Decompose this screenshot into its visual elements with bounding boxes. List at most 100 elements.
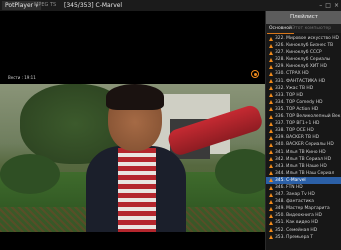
playlist-item[interactable]: 330. СТРАХ HD bbox=[266, 70, 341, 77]
playlist-item-label: 343. Илья ТВ Наше HD bbox=[275, 163, 327, 169]
playlist-item[interactable]: 332. Ужас ТВ HD bbox=[266, 85, 341, 92]
video-frame bbox=[0, 84, 265, 232]
playlist-item-label: 346. FTN HD bbox=[275, 184, 303, 190]
vlc-cone-icon bbox=[269, 164, 273, 169]
playlist-list[interactable]: 322. Мировое искусство HD 326. Киноклуб Б… bbox=[266, 35, 341, 250]
vlc-cone-icon bbox=[269, 79, 273, 84]
vlc-cone-icon bbox=[269, 72, 273, 77]
video-area[interactable]: Вести : 19:11 bbox=[0, 11, 265, 250]
playlist-item[interactable]: 349. Мастер Маргарита bbox=[266, 205, 341, 212]
vlc-cone-icon bbox=[269, 114, 273, 119]
window-controls: – □ × bbox=[319, 0, 339, 11]
vlc-cone-icon bbox=[269, 206, 273, 211]
playlist-item[interactable]: 340. BACKER Сериалы HD bbox=[266, 141, 341, 148]
playlist-item[interactable]: 341. Илья ТВ Кино HD bbox=[266, 149, 341, 156]
vlc-cone-icon bbox=[269, 135, 273, 140]
playlist-item-label: 330. СТРАХ HD bbox=[275, 71, 309, 77]
playlist-header: Плейлист bbox=[266, 11, 341, 24]
scene-bush bbox=[0, 154, 60, 194]
playlist-item[interactable]: 350. Видеокнига HD bbox=[266, 212, 341, 219]
vlc-cone-icon bbox=[269, 213, 273, 218]
vlc-cone-icon bbox=[269, 93, 273, 98]
playlist-item-label: 331. ФАНТАСТИКА HD bbox=[275, 78, 326, 84]
playlist-item[interactable]: 347. Занар Тv HD bbox=[266, 191, 341, 198]
playlist-panel: Плейлист Основной Этот компьютер 322. Ми… bbox=[265, 11, 341, 250]
playlist-item-label: 344. Илья ТВ Наш Сериал bbox=[275, 170, 335, 176]
playlist-item[interactable]: 352. Семейная HD bbox=[266, 227, 341, 234]
playlist-item-label: 334. ТОР Comedy HD bbox=[275, 99, 323, 105]
vlc-cone-icon bbox=[269, 64, 273, 69]
vlc-cone-icon bbox=[269, 220, 273, 225]
playlist-item-label: 347. Занар Тv HD bbox=[275, 192, 315, 198]
playlist-item-label: 322. Мировое искусство HD bbox=[275, 36, 339, 41]
vlc-cone-icon bbox=[269, 178, 273, 183]
close-icon[interactable]: × bbox=[334, 0, 339, 11]
tab-this-computer[interactable]: Этот компьютер bbox=[290, 24, 333, 33]
vlc-cone-icon bbox=[269, 192, 273, 197]
playlist-item[interactable]: 333. ТОР HD bbox=[266, 92, 341, 99]
playlist-tabs: Основной Этот компьютер bbox=[266, 24, 341, 34]
playlist-item[interactable]: 329. Киноклуб ХИТ HD bbox=[266, 63, 341, 70]
channel-title: [345/353] C-Marvel bbox=[64, 2, 123, 9]
minimize-icon[interactable]: – bbox=[319, 0, 322, 11]
vlc-cone-icon bbox=[269, 36, 273, 41]
vlc-cone-icon bbox=[269, 150, 273, 155]
playlist-item-label: 326. Киноклуб Бизнес ТВ bbox=[275, 43, 334, 49]
boy-shirt bbox=[118, 148, 156, 232]
playlist-item[interactable]: 338. ТОР ОСЕ HD bbox=[266, 127, 341, 134]
vlc-cone-icon bbox=[269, 171, 273, 176]
vlc-cone-icon bbox=[269, 128, 273, 133]
playlist-item[interactable]: 351. Как видео HD bbox=[266, 219, 341, 226]
playlist-item[interactable]: 331. ФАНТАСТИКА HD bbox=[266, 78, 341, 85]
playlist-item-label: 338. ТОР ОСЕ HD bbox=[275, 128, 314, 134]
playlist-item[interactable]: 348. фантастика bbox=[266, 198, 341, 205]
channel-logo-dot bbox=[254, 73, 257, 76]
playlist-item-label: 340. BACKER Сериалы HD bbox=[275, 142, 334, 148]
playlist-item[interactable]: 337. ТОР ВГ1+1 HD bbox=[266, 120, 341, 127]
playlist-item-label: 348. фантастика bbox=[275, 199, 314, 205]
vlc-cone-icon bbox=[269, 86, 273, 91]
playlist-item-label: 342. Илья ТВ Сериал HD bbox=[275, 156, 331, 162]
vlc-cone-icon bbox=[269, 228, 273, 233]
vlc-cone-icon bbox=[269, 50, 273, 55]
playlist-item-label: 327. Киноклуб СССР bbox=[275, 50, 322, 56]
playlist-item-label: 353. Премьера Т bbox=[275, 234, 314, 240]
playlist-item-label: 341. Илья ТВ Кино HD bbox=[275, 149, 326, 155]
playlist-item-label: 329. Киноклуб ХИТ HD bbox=[275, 64, 327, 70]
playlist-item-label: 350. Видеокнига HD bbox=[275, 213, 322, 219]
playlist-item[interactable]: 322. Мировое искусство HD bbox=[266, 35, 341, 42]
playlist-item-label: 345. С-Marvel bbox=[275, 177, 306, 183]
vlc-cone-icon bbox=[269, 185, 273, 190]
vlc-cone-icon bbox=[269, 157, 273, 162]
playlist-item[interactable]: 328. Киноклуб Сериалы bbox=[266, 56, 341, 63]
playlist-item[interactable]: 346. FTN HD bbox=[266, 184, 341, 191]
vlc-cone-icon bbox=[269, 107, 273, 112]
playlist-item-label: 352. Семейная HD bbox=[275, 227, 318, 233]
playlist-item[interactable]: 345. С-Marvel bbox=[266, 176, 341, 184]
playlist-item[interactable]: 343. Илья ТВ Наше HD bbox=[266, 163, 341, 170]
playlist-item-label: 337. ТОР ВГ1+1 HD bbox=[275, 121, 320, 127]
app-menu-label: PotPlayer bbox=[5, 2, 34, 9]
playlist-item[interactable]: 335. ТОР Action HD bbox=[266, 106, 341, 113]
playlist-item-label: 336. ТОР Великолепный Век HD bbox=[275, 114, 341, 120]
playlist-item[interactable]: 336. ТОР Великолепный Век HD bbox=[266, 113, 341, 120]
playlist-item[interactable]: 327. Киноклуб СССР bbox=[266, 49, 341, 56]
playlist-item-label: 349. Мастер Маргарита bbox=[275, 206, 330, 212]
playlist-item-label: 333. ТОР HD bbox=[275, 92, 304, 98]
vlc-cone-icon bbox=[269, 199, 273, 204]
playlist-item-label: 328. Киноклуб Сериалы bbox=[275, 57, 331, 63]
playlist-item[interactable]: 344. Илья ТВ Наш Сериал bbox=[266, 170, 341, 177]
playlist-item[interactable]: 339. BACKER ТВ HD bbox=[266, 134, 341, 141]
maximize-icon[interactable]: □ bbox=[325, 0, 331, 11]
vlc-cone-icon bbox=[269, 235, 273, 240]
file-type-label: MPEG TS bbox=[34, 2, 57, 8]
vlc-cone-icon bbox=[269, 121, 273, 126]
boy-hair bbox=[106, 84, 164, 110]
vlc-cone-icon bbox=[269, 142, 273, 147]
playlist-item[interactable]: 326. Киноклуб Бизнес ТВ bbox=[266, 42, 341, 49]
playlist-item[interactable]: 342. Илья ТВ Сериал HD bbox=[266, 156, 341, 163]
playlist-item[interactable]: 334. ТОР Comedy HD bbox=[266, 99, 341, 106]
playlist-item-label: 339. BACKER ТВ HD bbox=[275, 135, 320, 141]
playlist-item-label: 351. Как видео HD bbox=[275, 220, 318, 226]
playlist-item[interactable]: 353. Премьера Т bbox=[266, 234, 341, 241]
